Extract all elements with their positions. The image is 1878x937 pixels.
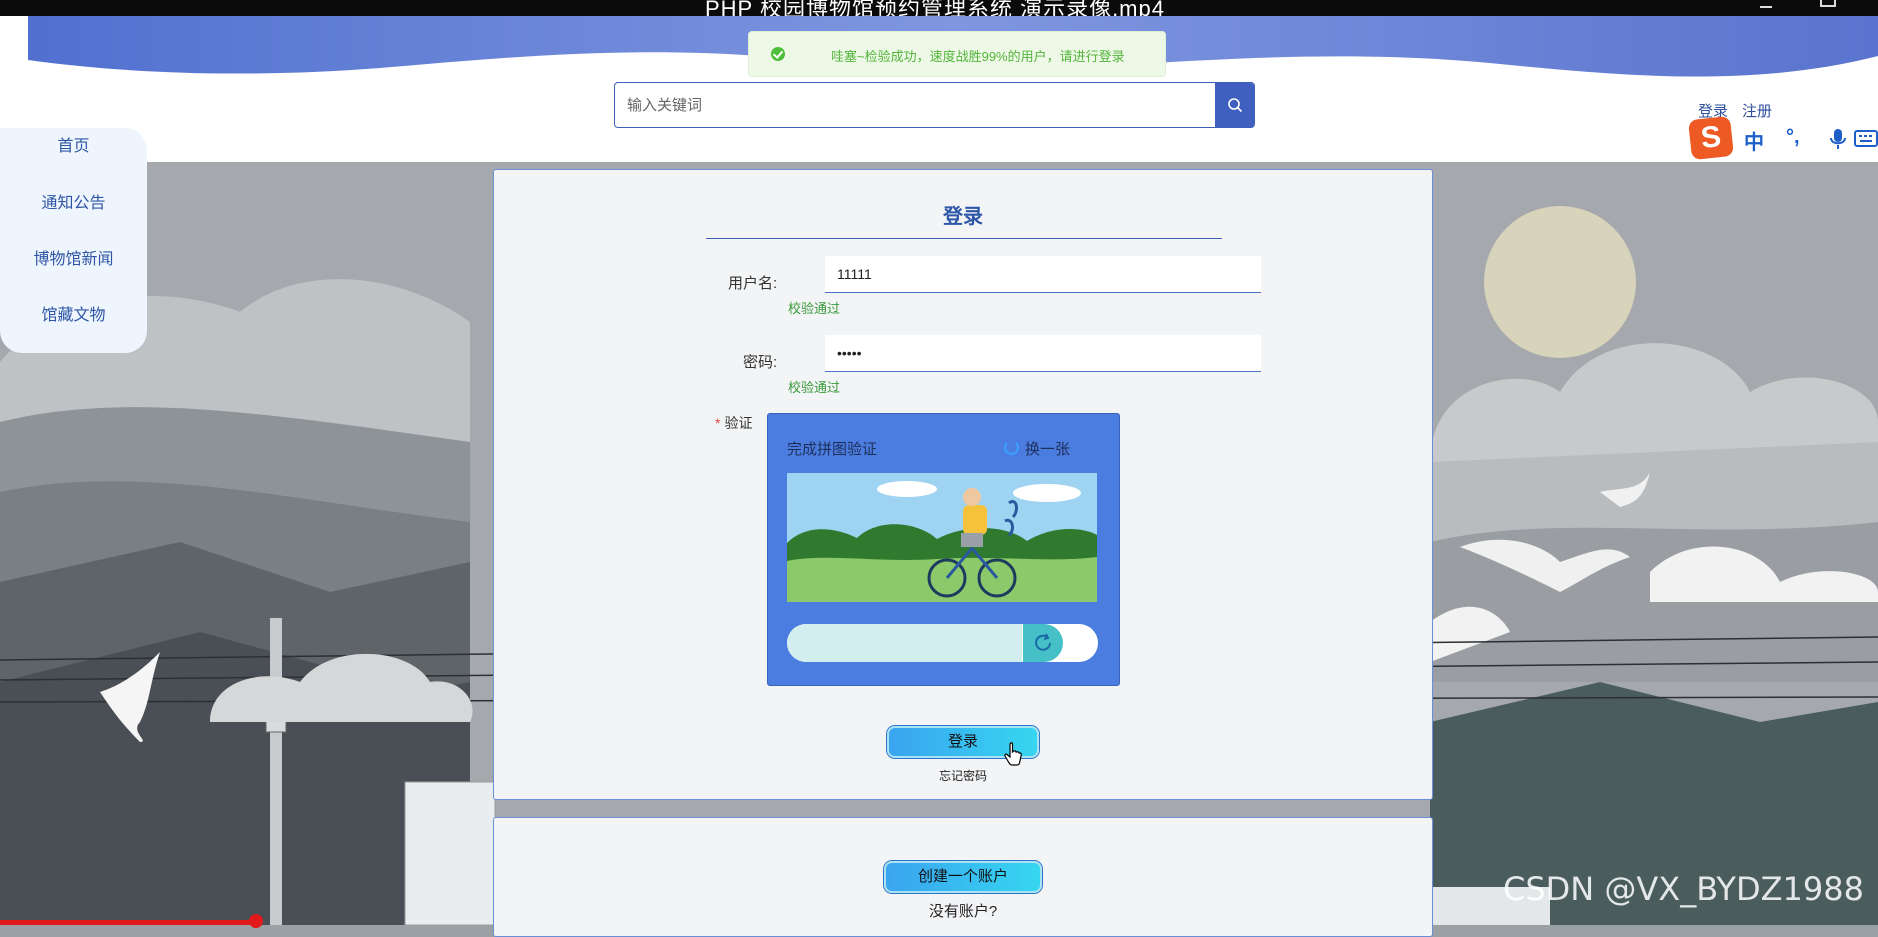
refresh-arrow-icon <box>1035 633 1051 651</box>
ime-mode-toggle[interactable]: 中 <box>1744 126 1764 155</box>
captcha-slider[interactable] <box>787 624 1098 662</box>
captcha-refresh-link[interactable]: 换一张 <box>1025 438 1070 459</box>
captcha-title: 完成拼图验证 <box>787 441 878 458</box>
search-box <box>614 82 1255 128</box>
nav-item-home[interactable]: 首页 <box>0 132 147 156</box>
password-validation-status: 校验通过 <box>788 380 841 395</box>
keyboard-icon[interactable] <box>1854 130 1878 147</box>
search-button[interactable] <box>1215 83 1254 127</box>
title-underline <box>706 238 1222 239</box>
required-mark: * <box>715 415 721 431</box>
password-label: 密码: <box>743 354 778 371</box>
check-circle-icon <box>771 47 785 61</box>
nav-item-collections[interactable]: 馆藏文物 <box>0 301 147 325</box>
nav-item-museum-news[interactable]: 博物馆新闻 <box>0 245 147 269</box>
search-input[interactable] <box>615 83 1225 127</box>
video-title: PHP 校园博物馆预约管理系统 演示录像.mp4 <box>705 0 1165 16</box>
forgot-password-link[interactable]: 忘记密码 <box>494 767 1432 784</box>
refresh-icon[interactable] <box>1004 440 1019 455</box>
captcha-label: * 验证 <box>715 413 752 433</box>
username-label: 用户名: <box>728 275 778 292</box>
no-account-text: 没有账户? <box>928 903 998 920</box>
toast-message: 哇塞~检验成功，速度战胜99%的用户，请进行登录 <box>831 49 1125 64</box>
ime-punctuation-toggle[interactable]: °, <box>1786 126 1800 149</box>
slider-handle[interactable] <box>1023 624 1063 662</box>
ime-toolbar: S 中 °, <box>1688 115 1878 161</box>
success-toast: 哇塞~检验成功，速度战胜99%的用户，请进行登录 <box>748 31 1166 77</box>
search-icon <box>1227 98 1242 113</box>
csdn-watermark: CSDN @VX_BYDZ1988 <box>1503 870 1864 908</box>
minimize-icon[interactable] <box>1760 0 1772 8</box>
slider-track-fill <box>787 624 1022 662</box>
create-account-button[interactable]: 创建一个账户 <box>884 861 1042 893</box>
username-field[interactable]: 11111 <box>825 256 1261 293</box>
video-progress-bar[interactable] <box>0 914 263 928</box>
login-panel: 登录 用户名: 11111 校验通过 密码: ••••• 校验通过 * 验证 完成… <box>493 169 1433 800</box>
video-title-bar: PHP 校园博物馆预约管理系统 演示录像.mp4 <box>0 0 1878 16</box>
captcha-label-text: 验证 <box>724 415 753 431</box>
register-panel: 创建一个账户 没有账户? <box>493 817 1433 937</box>
sogou-logo-icon[interactable]: S <box>1688 115 1734 161</box>
mouse-pointer-icon <box>1004 742 1022 766</box>
password-field[interactable]: ••••• <box>825 335 1261 372</box>
left-nav: 首页 通知公告 博物馆新闻 馆藏文物 <box>0 128 147 353</box>
captcha-box: 完成拼图验证 换一张 <box>767 413 1120 686</box>
progress-handle[interactable] <box>249 914 263 928</box>
nav-item-notices[interactable]: 通知公告 <box>0 189 147 213</box>
login-title: 登录 <box>943 206 983 228</box>
username-validation-status: 校验通过 <box>788 301 841 316</box>
microphone-icon[interactable] <box>1830 128 1846 150</box>
captcha-puzzle-image <box>787 473 1097 602</box>
maximize-icon[interactable] <box>1820 0 1836 7</box>
